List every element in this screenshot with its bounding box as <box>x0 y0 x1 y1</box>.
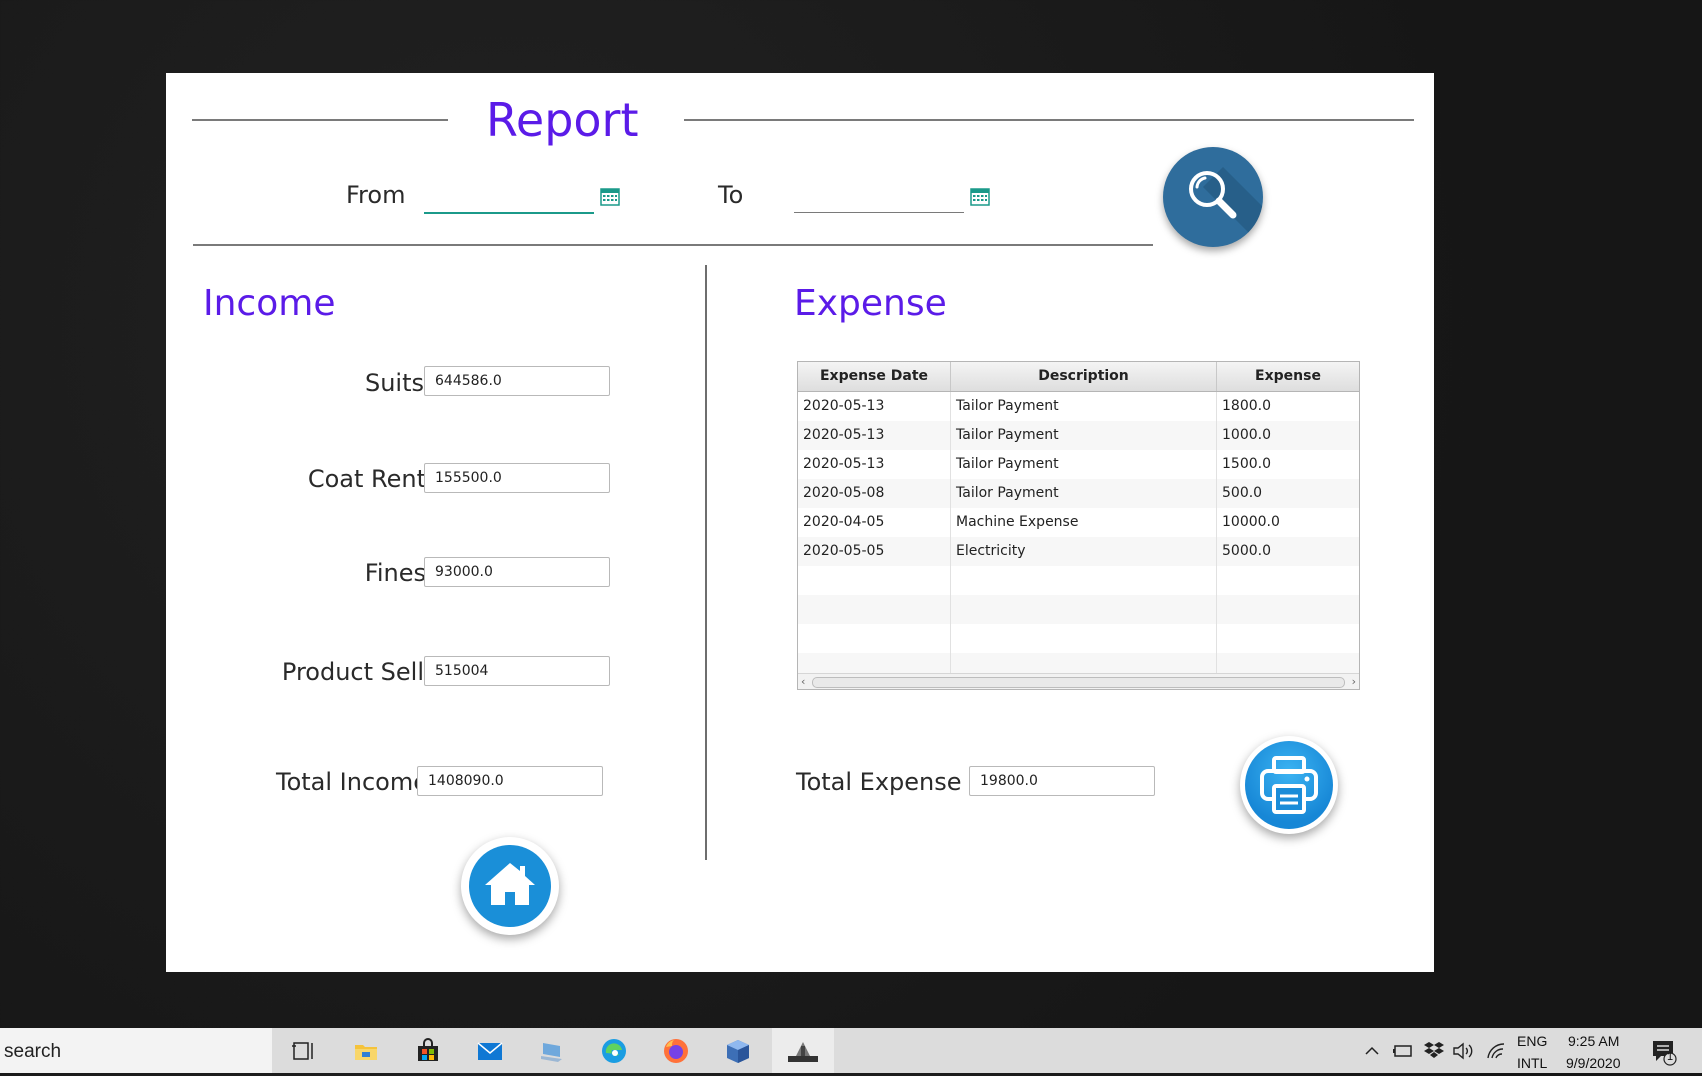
table-row[interactable]: 2020-05-08 Tailor Payment 500.0 <box>798 479 1359 508</box>
cell-description: Electricity <box>951 537 1217 566</box>
from-date-input[interactable] <box>424 179 578 211</box>
cell-amount: 500.0 <box>1222 485 1263 501</box>
cell-date: 2020-05-08 <box>798 479 951 508</box>
taskbar: search ENG INTL 9:25 AM 9/9/2020 1 <box>0 1028 1702 1073</box>
cell-description: Tailor Payment <box>951 421 1217 450</box>
shop-app-icon <box>788 1042 818 1062</box>
firefox-icon[interactable] <box>662 1037 690 1065</box>
table-row[interactable]: 2020-04-05 Machine Expense 10000.0 <box>798 508 1359 537</box>
from-calendar-icon[interactable] <box>600 186 620 206</box>
cell-amount: 1000.0 <box>1222 427 1271 443</box>
horizontal-scrollbar[interactable]: ‹ › <box>798 673 1359 689</box>
cell-description: Tailor Payment <box>951 479 1217 508</box>
cell-date: 2020-05-13 <box>798 392 951 421</box>
taskbar-search[interactable]: search <box>0 1028 272 1073</box>
print-button-inner <box>1245 741 1333 829</box>
product-sell-label: Product Sell <box>281 658 424 686</box>
wifi-icon[interactable] <box>1486 1042 1506 1060</box>
empty-row <box>798 566 1359 595</box>
column-header-expense-date[interactable]: Expense Date <box>798 362 951 391</box>
section-divider <box>705 265 707 860</box>
task-view-icon[interactable] <box>290 1037 318 1065</box>
from-date-underline <box>424 212 594 214</box>
coat-rent-field[interactable] <box>424 463 610 493</box>
clock-time[interactable]: 9:25 AM <box>1568 1033 1619 1049</box>
edge-browser-icon[interactable] <box>600 1037 628 1065</box>
printer-icon <box>1260 756 1318 814</box>
clock-date[interactable]: 9/9/2020 <box>1566 1055 1621 1071</box>
cell-amount: 5000.0 <box>1222 543 1271 559</box>
store-icon[interactable] <box>414 1037 442 1065</box>
to-label: To <box>718 181 744 209</box>
suits-label: Suits <box>364 369 424 397</box>
cell-date: 2020-05-13 <box>798 421 951 450</box>
notification-icon <box>1653 1041 1677 1066</box>
empty-row <box>798 624 1359 653</box>
cell-date: 2020-05-05 <box>798 537 951 566</box>
fines-field[interactable] <box>424 557 610 587</box>
battery-icon[interactable] <box>1392 1043 1414 1059</box>
to-calendar-icon[interactable] <box>970 186 990 206</box>
product-sell-field[interactable] <box>424 656 610 686</box>
notification-count: 1 <box>1667 1051 1674 1063</box>
total-income-label: Total Income <box>276 768 428 796</box>
coat-rent-label: Coat Rent <box>307 465 426 493</box>
magnifier-icon <box>1189 167 1263 247</box>
cell-date: 2020-05-13 <box>798 450 951 479</box>
action-center-button[interactable]: 1 <box>1650 1038 1678 1066</box>
title-rule-left <box>192 119 448 121</box>
cell-description: Tailor Payment <box>951 450 1217 479</box>
laptop-app-icon[interactable] <box>538 1037 566 1065</box>
fines-label: Fines <box>364 559 426 587</box>
cell-description: Tailor Payment <box>951 392 1217 421</box>
empty-row <box>798 595 1359 624</box>
volume-icon[interactable] <box>1452 1042 1474 1060</box>
active-app-tile[interactable] <box>772 1028 834 1073</box>
table-row[interactable]: 2020-05-05 Electricity 5000.0 <box>798 537 1359 566</box>
expense-title: Expense <box>794 283 947 324</box>
title-rule-right <box>684 119 1414 121</box>
home-button[interactable] <box>461 837 559 935</box>
suits-field[interactable] <box>424 366 610 396</box>
income-title: Income <box>203 283 336 324</box>
tray-chevron-up-icon[interactable] <box>1364 1043 1380 1059</box>
expense-table[interactable]: Expense Date Description Expense 2020-05… <box>797 361 1360 690</box>
cell-date: 2020-04-05 <box>798 508 951 537</box>
total-expense-field[interactable] <box>969 766 1155 796</box>
to-date-underline <box>794 212 964 213</box>
table-row[interactable]: 2020-05-13 Tailor Payment 1800.0 <box>798 392 1359 421</box>
scrollbar-thumb[interactable] <box>812 677 1345 688</box>
table-row[interactable]: 2020-05-13 Tailor Payment 1500.0 <box>798 450 1359 479</box>
cell-amount: 10000.0 <box>1222 514 1280 530</box>
home-icon <box>485 863 535 905</box>
scroll-right-icon[interactable]: › <box>1352 674 1356 689</box>
file-explorer-icon[interactable] <box>352 1037 380 1065</box>
cell-description: Machine Expense <box>951 508 1217 537</box>
total-expense-label: Total Expense <box>796 768 962 796</box>
column-header-expense[interactable]: Expense <box>1217 362 1359 391</box>
page-title: Report <box>486 93 639 147</box>
table-row[interactable]: 2020-05-13 Tailor Payment 1000.0 <box>798 421 1359 450</box>
cell-amount: 1500.0 <box>1222 456 1271 472</box>
from-label: From <box>346 181 406 209</box>
column-header-description[interactable]: Description <box>951 362 1217 391</box>
cell-amount: 1800.0 <box>1222 398 1271 414</box>
mail-icon[interactable] <box>476 1037 504 1065</box>
search-button[interactable] <box>1163 147 1263 247</box>
language-indicator-top[interactable]: ENG <box>1517 1033 1547 1049</box>
language-indicator-bottom[interactable]: INTL <box>1517 1055 1547 1071</box>
expense-table-body: 2020-05-13 Tailor Payment 1800.0 2020-05… <box>798 392 1359 682</box>
expense-table-header: Expense Date Description Expense <box>798 362 1359 392</box>
scroll-left-icon[interactable]: ‹ <box>801 674 805 689</box>
total-income-field[interactable] <box>417 766 603 796</box>
dropbox-icon[interactable] <box>1424 1041 1444 1059</box>
print-button[interactable] <box>1240 736 1338 834</box>
cube-app-icon[interactable] <box>724 1037 752 1065</box>
filter-rule <box>193 244 1153 246</box>
home-button-inner <box>469 845 551 927</box>
to-date-input[interactable] <box>794 179 948 211</box>
report-window: Report From To Income Suits 644586.0 Coa… <box>166 73 1434 972</box>
